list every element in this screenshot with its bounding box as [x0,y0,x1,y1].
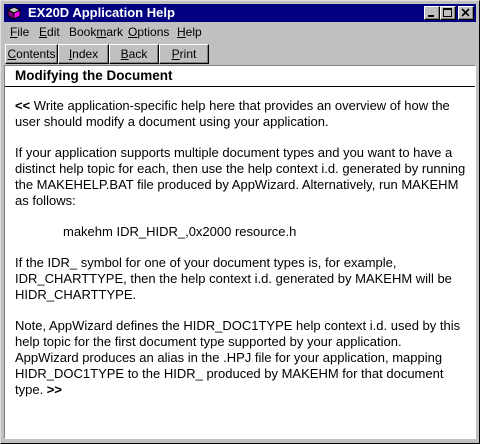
paragraph-example: If the IDR_ symbol for one of your docum… [15,255,452,302]
back-button[interactable]: Back [109,44,159,64]
menu-bar: File Edit Bookmark Options Help [4,23,476,42]
close-button[interactable] [458,6,474,20]
topic-title-region: Modifying the Document [5,66,475,87]
paragraph-note: Note, AppWizard defines the HIDR_DOC1TYP… [15,318,461,397]
menu-options[interactable]: Options [128,23,169,42]
print-button[interactable]: Print [159,44,209,64]
topic-title: Modifying the Document [15,68,173,83]
menu-edit[interactable]: Edit [39,23,60,42]
topic-start-marker: << [15,98,31,113]
maximize-icon [443,8,452,17]
help-content-pane[interactable]: Modifying the Document << Write applicat… [4,65,476,439]
minimize-button[interactable] [424,6,440,20]
contents-button[interactable]: Contents [5,44,58,64]
button-bar: Contents Index Back Print [4,43,476,65]
paragraph-multiple-types: If your application supports multiple do… [15,145,466,208]
help-book-icon[interactable] [6,5,22,21]
maximize-button[interactable] [440,6,456,20]
index-button[interactable]: Index [58,44,109,64]
menu-file[interactable]: File [10,23,29,42]
title-bar[interactable]: EX20D Application Help [4,4,476,22]
topic-end-marker: >> [46,382,62,397]
window-title: EX20D Application Help [28,5,175,20]
help-window: EX20D Application Help File Edit Bookmar… [0,0,480,444]
close-icon [461,8,470,17]
paragraph-intro: << Write application-specific help here … [15,98,450,129]
paragraph-makehm-command: makehm IDR_HIDR_,0x2000 resource.h [63,224,297,239]
minimize-icon [428,15,434,17]
topic-body: << Write application-specific help here … [15,98,467,413]
menu-bookmark[interactable]: Bookmark [69,23,123,42]
menu-help[interactable]: Help [177,23,202,42]
